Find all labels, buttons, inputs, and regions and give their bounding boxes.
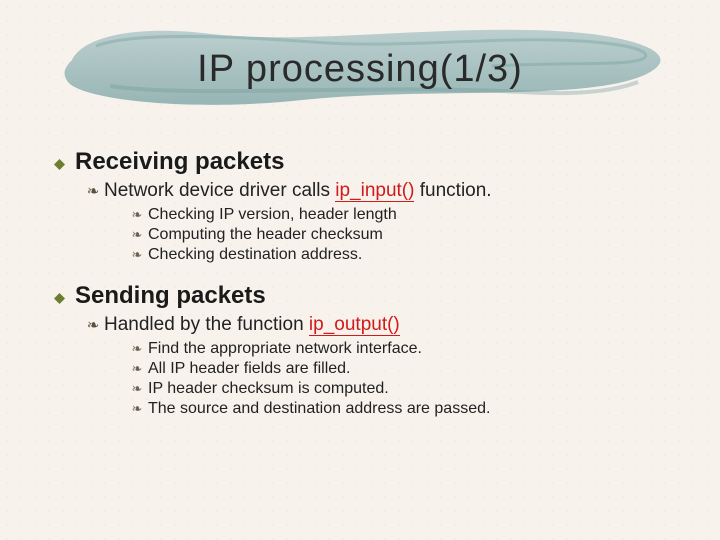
- function-name: ip_input(): [335, 180, 414, 202]
- list-item: ❧ IP header checksum is computed.: [126, 380, 674, 398]
- list-item-text: Computing the header checksum: [148, 226, 383, 244]
- section-subline-receiving: ❧ Network device driver calls ip_input()…: [82, 180, 674, 202]
- list-item: ❧ All IP header fields are filled.: [126, 360, 674, 378]
- item-list-receiving: ❧ Checking IP version, header length ❧ C…: [126, 206, 674, 264]
- leaf-bullet-icon: ❧: [82, 316, 104, 335]
- leaf-bullet-icon: ❧: [126, 401, 148, 417]
- leaf-bullet-icon: ❧: [82, 182, 104, 201]
- list-item-text: The source and destination address are p…: [148, 400, 490, 418]
- slide-title: IP processing(1/3): [0, 48, 720, 91]
- section-heading-text: Receiving packets: [75, 148, 284, 176]
- section-heading-text: Sending packets: [75, 282, 266, 310]
- subline-prefix: Network device driver calls: [104, 180, 335, 201]
- content-area: Receiving packets ❧ Network device drive…: [54, 148, 674, 418]
- list-item: ❧ Find the appropriate network interface…: [126, 340, 674, 358]
- list-item-text: Checking IP version, header length: [148, 206, 397, 224]
- list-item-text: All IP header fields are filled.: [148, 360, 350, 378]
- leaf-bullet-icon: ❧: [126, 341, 148, 357]
- section-subline-sending: ❧ Handled by the function ip_output(): [82, 314, 674, 336]
- list-item: ❧ Checking destination address.: [126, 246, 674, 264]
- diamond-bullet-icon: [54, 159, 65, 170]
- subline-suffix: function.: [414, 180, 491, 201]
- list-item-text: IP header checksum is computed.: [148, 380, 389, 398]
- subline-prefix: Handled by the function: [104, 314, 309, 335]
- leaf-bullet-icon: ❧: [126, 227, 148, 243]
- section-heading-sending: Sending packets: [54, 282, 674, 310]
- leaf-bullet-icon: ❧: [126, 361, 148, 377]
- subline-text: Handled by the function ip_output(): [104, 314, 400, 336]
- list-item-text: Find the appropriate network interface.: [148, 340, 422, 358]
- section-heading-receiving: Receiving packets: [54, 148, 674, 176]
- list-item-text: Checking destination address.: [148, 246, 362, 264]
- diamond-bullet-icon: [54, 293, 65, 304]
- item-list-sending: ❧ Find the appropriate network interface…: [126, 340, 674, 418]
- function-name: ip_output(): [309, 314, 400, 336]
- leaf-bullet-icon: ❧: [126, 207, 148, 223]
- subline-text: Network device driver calls ip_input() f…: [104, 180, 492, 202]
- leaf-bullet-icon: ❧: [126, 381, 148, 397]
- list-item: ❧ The source and destination address are…: [126, 400, 674, 418]
- list-item: ❧ Checking IP version, header length: [126, 206, 674, 224]
- list-item: ❧ Computing the header checksum: [126, 226, 674, 244]
- leaf-bullet-icon: ❧: [126, 247, 148, 263]
